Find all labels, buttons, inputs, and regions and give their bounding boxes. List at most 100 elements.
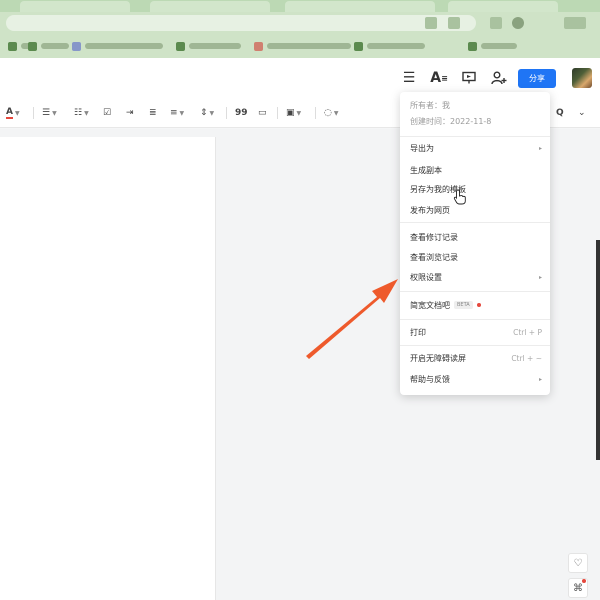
toolbar-divider bbox=[226, 107, 227, 119]
chevron-down-icon: ▼ bbox=[333, 109, 339, 117]
submenu-arrow-icon: ▸ bbox=[538, 144, 542, 152]
search-button[interactable]: Q bbox=[556, 106, 564, 120]
bookmark-favicon bbox=[354, 41, 363, 51]
menu-item-publish-web[interactable]: 发布为网页 bbox=[410, 203, 542, 217]
hamburger-menu-icon[interactable]: ☰ bbox=[400, 69, 418, 87]
font-size-lines: ≡ bbox=[441, 73, 448, 83]
menu-item-doc-assistant[interactable]: 简宽文档吧 BETA bbox=[410, 298, 542, 312]
browser-tab[interactable] bbox=[285, 1, 435, 12]
menu-divider bbox=[400, 222, 550, 223]
align-button[interactable]: ≡ ▼ bbox=[170, 106, 184, 120]
comment-button[interactable]: ▭ bbox=[258, 106, 267, 120]
menu-item-label: 简宽文档吧 bbox=[410, 300, 450, 310]
checkbox-icon: ☑ bbox=[103, 108, 112, 118]
user-avatar[interactable] bbox=[572, 68, 592, 88]
bookmark-star-icon[interactable] bbox=[448, 17, 460, 29]
more-options-menu: 所有者：我 创建时间：2022-11-8 导出为 ▸ 生成副本 另存为我的模板 … bbox=[400, 92, 550, 395]
owner-info: 所有者：我 bbox=[410, 101, 450, 110]
expand-toolbar-button[interactable]: ⌄ bbox=[578, 106, 586, 120]
menu-divider bbox=[400, 136, 550, 137]
toolbar-divider bbox=[315, 107, 316, 119]
align-left-icon: ≡ bbox=[170, 108, 178, 118]
indent-icon: ⇥ bbox=[126, 108, 134, 118]
browser-menu-icon[interactable] bbox=[564, 17, 586, 29]
bookmark-favicon bbox=[254, 41, 263, 51]
bookmark-item[interactable] bbox=[354, 41, 425, 51]
menu-item-label: 导出为 bbox=[410, 143, 434, 153]
bookmark-favicon bbox=[72, 41, 81, 51]
outdent-icon: ≣ bbox=[149, 108, 157, 118]
image-icon: ▣ bbox=[286, 108, 295, 118]
bookmark-item[interactable] bbox=[468, 41, 517, 51]
toolbar-divider bbox=[33, 107, 34, 119]
extension-icon[interactable] bbox=[490, 17, 502, 29]
toolbar-divider bbox=[277, 107, 278, 119]
numbered-list-icon: ☷ bbox=[74, 108, 83, 118]
presentation-icon[interactable] bbox=[460, 69, 478, 87]
chevron-down-icon: ▼ bbox=[84, 109, 89, 117]
bookmark-item[interactable] bbox=[176, 41, 241, 51]
submenu-arrow-icon: ▸ bbox=[538, 273, 542, 281]
chevron-down-icon: ▼ bbox=[209, 109, 215, 117]
address-bar-row bbox=[0, 12, 600, 34]
add-user-svg bbox=[491, 71, 507, 85]
menu-item-help-feedback[interactable]: 帮助与反馈 ▸ bbox=[410, 372, 542, 386]
bookmarks-bar bbox=[0, 34, 600, 58]
menu-item-save-as-template[interactable]: 另存为我的模板 bbox=[410, 182, 542, 196]
browser-tab[interactable] bbox=[20, 1, 130, 12]
menu-item-label: 查看修订记录 bbox=[410, 232, 458, 242]
checklist-button[interactable]: ☑ bbox=[103, 106, 111, 120]
bullet-list-icon: ☰ bbox=[42, 108, 51, 118]
bookmark-item[interactable] bbox=[72, 41, 163, 51]
menu-item-print[interactable]: 打印 Ctrl + P bbox=[410, 325, 542, 339]
line-spacing-icon: ⇕ bbox=[200, 108, 208, 118]
hand-cursor-icon bbox=[453, 189, 466, 205]
indent-button[interactable]: ⇥ bbox=[126, 106, 134, 120]
address-bar[interactable] bbox=[6, 15, 476, 31]
like-button[interactable]: ♡ bbox=[568, 553, 588, 573]
new-dot-badge bbox=[476, 303, 481, 307]
font-size-icon[interactable]: A ≡ bbox=[430, 69, 448, 87]
bookmark-favicon bbox=[8, 41, 17, 51]
shortcut-hint: Ctrl + P bbox=[513, 327, 542, 337]
plugin-icon: ◌ bbox=[324, 108, 332, 118]
add-collaborator-icon[interactable] bbox=[490, 69, 508, 87]
shirt-icon: ⌘ bbox=[573, 582, 583, 594]
font-size-glyph: A bbox=[430, 70, 442, 86]
submenu-arrow-icon: ▸ bbox=[538, 375, 542, 383]
outdent-button[interactable]: ≣ bbox=[149, 106, 157, 120]
menu-divider bbox=[400, 291, 550, 292]
translate-icon[interactable] bbox=[425, 17, 437, 29]
menu-item-screen-reader[interactable]: 开启无障碍读屏 Ctrl + ~ bbox=[410, 351, 542, 365]
menu-item-label: 生成副本 bbox=[410, 165, 442, 175]
browser-tab-strip bbox=[0, 0, 600, 12]
insert-image-button[interactable]: ▣ ▼ bbox=[286, 106, 301, 120]
menu-item-label: 打印 bbox=[410, 327, 426, 337]
document-page[interactable] bbox=[0, 137, 216, 600]
bullet-list-button[interactable]: ☰ ▼ bbox=[42, 106, 57, 120]
chevron-down-icon: ▼ bbox=[296, 109, 302, 117]
menu-item-permission-settings[interactable]: 权限设置 ▸ bbox=[410, 270, 542, 284]
profile-icon[interactable] bbox=[512, 17, 524, 29]
bookmark-favicon bbox=[468, 41, 477, 51]
numbered-list-button[interactable]: ☷ ▼ bbox=[74, 106, 89, 120]
bookmark-item[interactable] bbox=[28, 41, 69, 51]
window-edge bbox=[596, 240, 600, 460]
bookmark-item[interactable] bbox=[254, 41, 351, 51]
plugin-button[interactable]: ◌ ▼ bbox=[324, 106, 338, 120]
browser-tab[interactable] bbox=[448, 1, 558, 12]
menu-item-export[interactable]: 导出为 ▸ bbox=[410, 141, 542, 155]
bookmark-favicon bbox=[176, 41, 185, 51]
menu-item-revision-history[interactable]: 查看修订记录 bbox=[410, 230, 542, 244]
shortcut-hint: Ctrl + ~ bbox=[511, 353, 542, 363]
menu-item-make-copy[interactable]: 生成副本 bbox=[410, 163, 542, 177]
chevron-down-icon: ⌄ bbox=[578, 108, 586, 118]
bookmark-favicon bbox=[28, 41, 37, 51]
quote-button[interactable]: 99 bbox=[235, 106, 248, 120]
menu-divider bbox=[400, 319, 550, 320]
menu-item-view-history[interactable]: 查看浏览记录 bbox=[410, 250, 542, 264]
browser-tab[interactable] bbox=[150, 1, 270, 12]
font-color-button[interactable]: A ▼ bbox=[6, 106, 20, 120]
share-button[interactable]: 分享 bbox=[518, 69, 556, 88]
line-spacing-button[interactable]: ⇕ ▼ bbox=[200, 106, 214, 120]
